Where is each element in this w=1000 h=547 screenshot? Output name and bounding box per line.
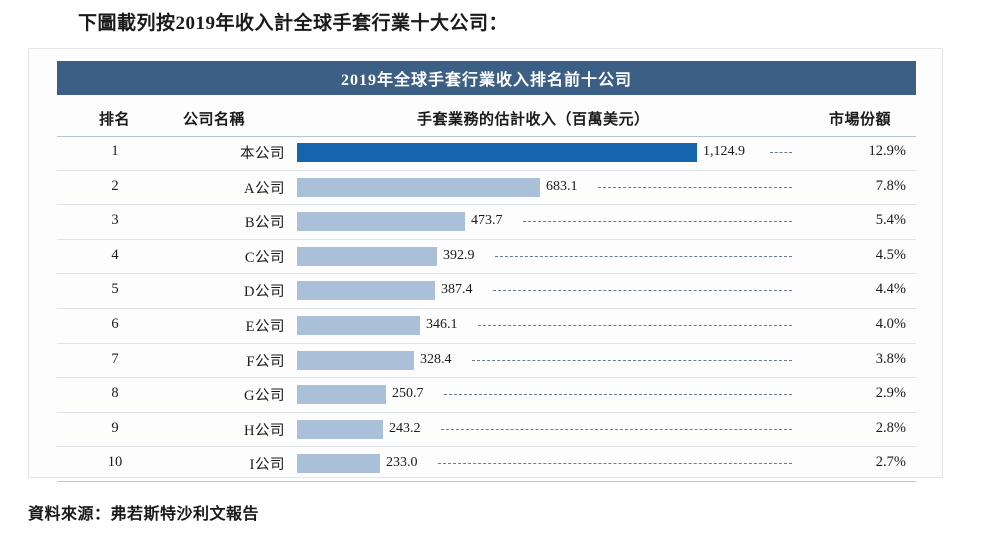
bar-value-label: 387.4 — [441, 282, 473, 298]
bar — [297, 246, 437, 266]
bar — [297, 350, 414, 370]
bar-value-label: 683.1 — [546, 178, 578, 194]
cell-market-share: 5.4% — [875, 212, 906, 229]
bar-value-label: 250.7 — [392, 386, 424, 402]
cell-market-share: 2.7% — [875, 454, 906, 471]
chart-title-bar: 2019年全球手套行業收入排名前十公司 — [57, 61, 916, 95]
bar-value-label: 233.0 — [386, 455, 418, 471]
bar-area: 1,124.9 — [297, 136, 817, 170]
cell-market-share: 4.5% — [875, 246, 906, 263]
cell-market-share: 12.9% — [868, 143, 906, 159]
cell-company: E公司 — [245, 318, 285, 335]
leader-line — [444, 394, 792, 396]
bar-area: 233.0 — [297, 447, 817, 481]
table-row: 3 B公司 473.7 5.4% — [57, 205, 916, 240]
bar-area: 473.7 — [297, 205, 817, 239]
bar-area: 243.2 — [297, 413, 817, 447]
chart-title: 2019年全球手套行業收入排名前十公司 — [340, 72, 632, 89]
bar-value-label: 1,124.9 — [703, 144, 745, 159]
bar — [297, 315, 420, 335]
column-header-revenue: 手套業務的估計收入（百萬美元） — [417, 112, 650, 128]
bar-value-label: 346.1 — [426, 316, 458, 332]
leader-line — [495, 255, 792, 257]
leader-line — [478, 324, 792, 326]
table-row: 5 D公司 387.4 4.4% — [57, 274, 916, 309]
cell-rank: 2 — [111, 177, 119, 194]
chart-rows: 1 本公司 1,124.9 12.9% 2 A公司 683.1 7.8% 3 B公司 473.7 5.… — [57, 136, 916, 482]
cell-rank: 1 — [111, 143, 119, 159]
page-root: 下圖載列按2019年收入計全球手套行業十大公司： 2019年全球手套行業收入排名… — [0, 0, 1000, 547]
cell-rank: 5 — [111, 281, 119, 298]
leader-line — [441, 428, 792, 430]
cell-market-share: 4.0% — [875, 315, 906, 332]
cell-rank: 7 — [111, 350, 119, 367]
bar-area: 250.7 — [297, 378, 817, 412]
cell-market-share: 3.8% — [875, 350, 906, 367]
chart-card: 2019年全球手套行業收入排名前十公司 排名 公司名稱 手套業務的估計收入（百萬… — [28, 48, 943, 482]
source-note: 資料來源：弗若斯特沙利文報告 — [28, 506, 260, 523]
cell-market-share: 2.9% — [875, 385, 906, 402]
bar-area: 392.9 — [297, 240, 817, 274]
cell-rank: 8 — [111, 385, 119, 402]
leader-line — [770, 152, 792, 153]
bar — [297, 419, 383, 439]
bar-value-label: 243.2 — [389, 420, 421, 436]
leader-line — [598, 186, 792, 188]
cell-company: H公司 — [244, 422, 285, 439]
cell-rank: 6 — [111, 315, 119, 332]
cell-company: 本公司 — [240, 146, 285, 162]
table-row: 8 G公司 250.7 2.9% — [57, 378, 916, 413]
table-row: 2 A公司 683.1 7.8% — [57, 171, 916, 206]
cell-company: C公司 — [244, 249, 285, 266]
bar-value-label: 328.4 — [420, 351, 452, 367]
cell-rank: 10 — [107, 454, 123, 471]
table-row: 6 E公司 346.1 4.0% — [57, 309, 916, 344]
bar — [297, 385, 386, 405]
cell-market-share: 2.8% — [875, 419, 906, 436]
bar-area: 328.4 — [297, 344, 817, 378]
bar-area: 346.1 — [297, 309, 817, 343]
column-header-company: 公司名稱 — [183, 112, 246, 128]
leader-line — [523, 221, 792, 223]
cell-company: A公司 — [244, 180, 285, 197]
table-row: 7 F公司 328.4 3.8% — [57, 344, 916, 379]
cell-company: B公司 — [244, 215, 285, 232]
cell-market-share: 7.8% — [875, 177, 906, 194]
page-title: 下圖載列按2019年收入計全球手套行業十大公司： — [78, 13, 509, 34]
cell-market-share: 4.4% — [875, 281, 906, 298]
bar — [297, 281, 435, 301]
cell-company: D公司 — [244, 284, 285, 301]
bar-area: 683.1 — [297, 171, 817, 205]
bar — [297, 143, 697, 162]
bar-value-label: 473.7 — [471, 213, 503, 229]
table-row: 1 本公司 1,124.9 12.9% — [57, 136, 916, 171]
cell-company: F公司 — [246, 353, 285, 370]
column-header-rank: 排名 — [99, 112, 131, 128]
bar-value-label: 392.9 — [443, 247, 475, 263]
bar — [297, 454, 380, 474]
cell-company: I公司 — [249, 457, 285, 474]
column-header-share: 市場份額 — [829, 112, 892, 128]
cell-rank: 9 — [111, 419, 119, 436]
cell-rank: 3 — [111, 212, 119, 229]
table-row: 4 C公司 392.9 4.5% — [57, 240, 916, 275]
bar — [297, 212, 465, 232]
bar — [297, 177, 540, 197]
table-row: 10 I公司 233.0 2.7% — [57, 447, 916, 482]
table-header-row: 排名 公司名稱 手套業務的估計收入（百萬美元） 市場份額 — [57, 104, 916, 137]
leader-line — [493, 290, 792, 292]
leader-line — [438, 463, 792, 465]
leader-line — [472, 359, 792, 361]
table-row: 9 H公司 243.2 2.8% — [57, 413, 916, 448]
cell-rank: 4 — [111, 246, 119, 263]
cell-company: G公司 — [244, 388, 285, 405]
bar-area: 387.4 — [297, 274, 817, 308]
